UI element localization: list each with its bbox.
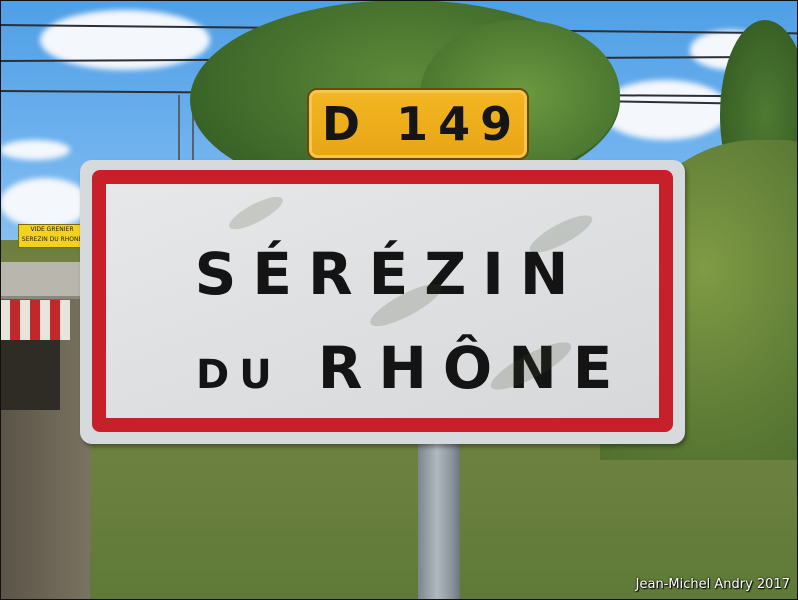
sign-post — [418, 430, 460, 600]
photo-scene: VIDE GRENIER SEREZIN DU RHONE D 149 SÉRÉ… — [0, 0, 798, 600]
town-name-rhone: RHÔNE — [317, 334, 629, 402]
cloud — [0, 178, 90, 228]
bridge-underpass — [0, 340, 60, 410]
banner-line2: SEREZIN DU RHONE — [21, 236, 83, 243]
banner-line1: VIDE GRENIER — [30, 226, 74, 233]
sign-red-border: SÉRÉZIN DU RHÔNE — [92, 170, 673, 432]
leaf-shadow — [225, 190, 287, 236]
town-name-line1: SÉRÉZIN — [194, 240, 585, 308]
photo-credit: Jean-Michel Andry 2017 — [635, 577, 790, 592]
bridge-warning-stripes — [0, 300, 70, 340]
town-name-du: DU — [196, 352, 282, 398]
town-entry-sign: SÉRÉZIN DU RHÔNE — [80, 160, 685, 444]
event-banner: VIDE GRENIER SEREZIN DU RHONE — [18, 224, 86, 248]
route-number-sign: D 149 — [307, 88, 529, 160]
route-number: D 149 — [321, 97, 523, 151]
bridge-deck — [0, 262, 82, 299]
cloud — [0, 140, 70, 160]
